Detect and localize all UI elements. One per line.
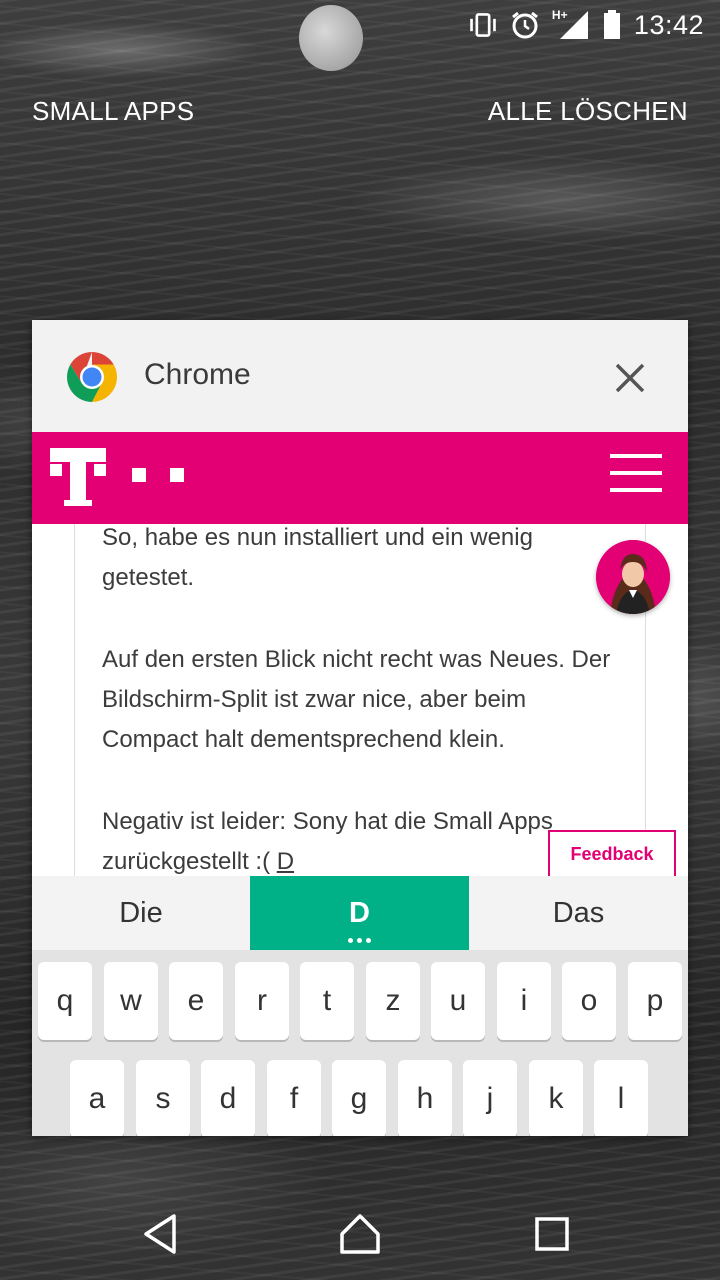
key-s[interactable]: s (136, 1060, 190, 1136)
clock: 13:42 (633, 9, 704, 40)
key-g[interactable]: g (332, 1060, 386, 1136)
vibrate-icon (468, 10, 498, 40)
feedback-button[interactable]: Feedback (548, 830, 676, 876)
suggestion-strip: Die D Das (32, 876, 688, 950)
close-icon[interactable] (608, 356, 652, 400)
back-icon[interactable] (138, 1212, 182, 1256)
key-w[interactable]: w (104, 962, 158, 1040)
key-z[interactable]: z (366, 962, 420, 1040)
key-a[interactable]: a (70, 1060, 124, 1136)
key-p[interactable]: p (628, 962, 682, 1040)
key-q[interactable]: q (38, 962, 92, 1040)
hamburger-menu-icon[interactable] (610, 454, 662, 494)
key-f[interactable]: f (267, 1060, 321, 1136)
keyboard: q w e r t z u i o p a s d f g h j k l (32, 950, 688, 1136)
post-paragraph[interactable]: Negativ ist leider: Sony hat die Small A… (102, 802, 622, 876)
signal-hplus-icon: H+ (551, 8, 590, 40)
key-l[interactable]: l (594, 1060, 648, 1136)
key-k[interactable]: k (529, 1060, 583, 1136)
key-i[interactable]: i (497, 962, 551, 1040)
key-e[interactable]: e (169, 962, 223, 1040)
recent-app-card[interactable]: Chrome So, habe es nun installiert und e… (32, 320, 688, 1136)
web-page-content[interactable]: So, habe es nun installiert und ein weni… (32, 524, 688, 876)
network-type-label: H+ (551, 8, 568, 22)
key-o[interactable]: o (562, 962, 616, 1040)
key-r[interactable]: r (235, 962, 289, 1040)
post-paragraph: So, habe es nun installiert und ein weni… (102, 524, 533, 591)
key-u[interactable]: u (431, 962, 485, 1040)
key-t[interactable]: t (300, 962, 354, 1040)
home-icon[interactable] (338, 1212, 382, 1256)
recents-icon[interactable] (530, 1212, 574, 1256)
post-paragraph-text: Negativ ist leider: Sony hat die Small A… (102, 808, 553, 875)
card-header: Chrome (32, 320, 688, 432)
battery-icon (602, 10, 622, 40)
more-suggestions-indicator (348, 938, 371, 943)
avatar[interactable] (596, 540, 670, 614)
chrome-icon (65, 350, 119, 404)
typing-word: D (276, 848, 295, 875)
clear-all-button[interactable]: ALLE LÖSCHEN (488, 96, 688, 127)
key-d[interactable]: d (201, 1060, 255, 1136)
key-h[interactable]: h (398, 1060, 452, 1136)
alarm-icon (510, 10, 540, 40)
key-j[interactable]: j (463, 1060, 517, 1136)
status-bar: H+ 13:42 (0, 0, 720, 50)
card-app-title: Chrome (144, 358, 251, 391)
suggestion-left[interactable]: Die (32, 876, 250, 950)
suggestion-right[interactable]: Das (469, 876, 688, 950)
post-body: So, habe es nun installiert und ein weni… (102, 524, 622, 876)
site-header (32, 432, 688, 524)
navigation-bar (0, 1186, 720, 1280)
telekom-t-logo[interactable] (50, 442, 210, 512)
post-paragraph: Auf den ersten Blick nicht recht was Neu… (102, 646, 611, 753)
small-apps-button[interactable]: SMALL APPS (32, 96, 194, 127)
